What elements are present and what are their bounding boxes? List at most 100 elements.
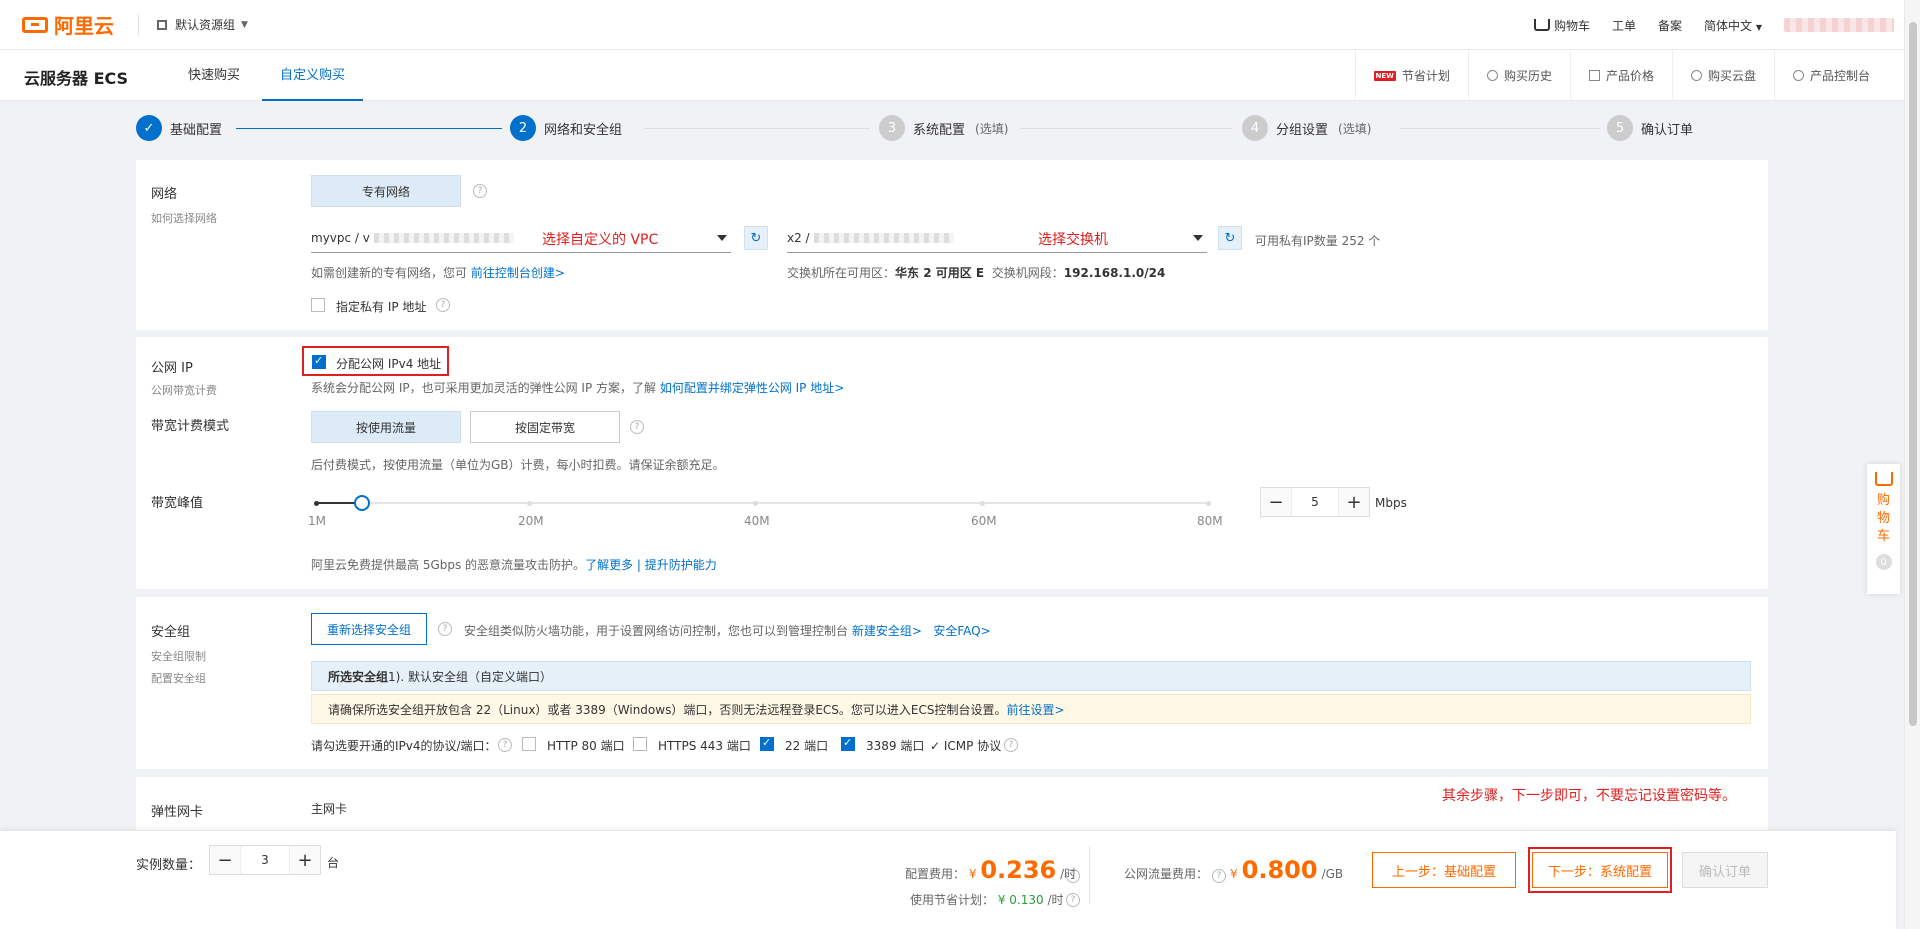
redacted-text bbox=[813, 232, 954, 243]
icp-link[interactable]: 备案 bbox=[1658, 17, 1682, 34]
vpc-select-value: myvpc / v bbox=[311, 230, 370, 245]
create-vpc-link[interactable]: 前往控制台创建> bbox=[471, 266, 565, 280]
private-ip-checkbox[interactable] bbox=[311, 298, 325, 312]
network-help-link[interactable]: 如何选择网络 bbox=[151, 210, 217, 226]
slider-mark bbox=[753, 501, 758, 506]
eni-section: 弹性网卡 主网卡 其余步骤，下一步即可，不要忘记设置密码等。 bbox=[136, 777, 1768, 837]
vswitch-select[interactable]: x2 / bbox=[787, 223, 1207, 253]
page-scrollbar[interactable] bbox=[1904, 0, 1920, 929]
create-sg-link[interactable]: 新建安全组> bbox=[852, 624, 922, 638]
upgrade-protection-link[interactable]: 提升防护能力 bbox=[645, 558, 717, 572]
bandwidth-input[interactable]: 5 bbox=[1291, 488, 1339, 516]
scrollbar-thumb[interactable] bbox=[1909, 22, 1917, 726]
console-link[interactable]: 产品控制台 bbox=[1773, 50, 1920, 101]
security-group-label: 安全组 bbox=[151, 625, 191, 640]
selected-sg-name: 1). 默认安全组（自定义端口） bbox=[388, 669, 552, 684]
purchase-history-link[interactable]: 购买历史 bbox=[1467, 50, 1570, 101]
help-icon[interactable]: ? bbox=[1004, 738, 1018, 752]
ddos-text: 阿里云免费提供最高 5Gbps 的恶意流量攻击防护。 bbox=[311, 558, 586, 572]
reselect-security-group-button[interactable]: 重新选择安全组 bbox=[311, 613, 427, 645]
vpc-type-button[interactable]: 专有网络 bbox=[311, 175, 461, 207]
tab-quick-buy[interactable]: 快速购买 bbox=[188, 50, 240, 101]
help-icon[interactable]: ? bbox=[1066, 869, 1080, 883]
refresh-vswitch-icon[interactable]: ↻ bbox=[1218, 226, 1242, 250]
help-icon[interactable]: ? bbox=[438, 622, 452, 636]
help-icon[interactable]: ? bbox=[1066, 893, 1080, 907]
prev-step-button[interactable]: 上一步：基础配置 bbox=[1372, 852, 1516, 888]
help-icon[interactable]: ? bbox=[436, 298, 450, 312]
step-1[interactable]: ✓ 基础配置 bbox=[136, 115, 222, 141]
vpc-select[interactable]: myvpc / v bbox=[311, 223, 731, 253]
tab-custom-buy[interactable]: 自定义购买 bbox=[262, 50, 364, 101]
chevron-down-icon: ▼ bbox=[241, 19, 248, 30]
go-settings-link[interactable]: 前往设置> bbox=[1007, 701, 1065, 718]
assign-public-ip-checkbox[interactable] bbox=[312, 354, 326, 369]
cart-link[interactable]: 购物车 bbox=[1533, 17, 1590, 34]
https-443-checkbox[interactable] bbox=[633, 737, 647, 751]
step-optional: (选填) bbox=[975, 121, 1009, 136]
account-avatar[interactable] bbox=[1784, 18, 1894, 32]
help-icon[interactable]: ? bbox=[630, 420, 644, 434]
ticket-link[interactable]: 工单 bbox=[1612, 17, 1636, 34]
network-section: 网络 如何选择网络 专有网络 ? myvpc / v 选择自定义的 VPC ↻ … bbox=[136, 160, 1768, 330]
eni-value: 主网卡 bbox=[311, 802, 348, 816]
language-selector[interactable]: 简体中文 ▼ bbox=[1704, 17, 1762, 34]
port-3389-checkbox[interactable] bbox=[841, 736, 855, 751]
decrement-button[interactable]: − bbox=[1261, 488, 1291, 516]
help-icon[interactable]: ? bbox=[1212, 869, 1227, 883]
config-cost-label: 配置费用： bbox=[905, 867, 966, 881]
port-22-checkbox[interactable] bbox=[760, 736, 774, 751]
public-ip-billing-link[interactable]: 公网带宽计费 bbox=[151, 382, 217, 398]
increment-button[interactable]: + bbox=[1339, 488, 1369, 516]
floating-cart[interactable]: 购 物 车 0 bbox=[1867, 464, 1900, 594]
security-group-section: 安全组 安全组限制 配置安全组 重新选择安全组 ? 安全组类似防火墙功能，用于设… bbox=[136, 597, 1768, 769]
refresh-vpc-icon[interactable]: ↻ bbox=[744, 226, 768, 250]
sg-faq-link[interactable]: 安全FAQ> bbox=[933, 624, 990, 638]
sg-limit-link[interactable]: 安全组限制 bbox=[151, 648, 206, 664]
divider bbox=[1089, 846, 1090, 904]
bandwidth-slider-track[interactable] bbox=[316, 502, 1209, 504]
savings-plan-label: 节省计划 bbox=[1401, 69, 1450, 83]
billing-by-bandwidth-button[interactable]: 按固定带宽 bbox=[470, 411, 620, 443]
quantity-input[interactable]: 3 bbox=[240, 846, 290, 874]
billing-by-traffic-button[interactable]: 按使用流量 bbox=[311, 411, 461, 443]
step-label: 基础配置 bbox=[170, 122, 223, 138]
buy-disk-link[interactable]: 购买云盘 bbox=[1671, 50, 1774, 101]
traffic-cost-label: 公网流量费用： bbox=[1124, 867, 1209, 881]
next-step-button[interactable]: 下一步：系统配置 bbox=[1532, 852, 1668, 888]
cloud-icon bbox=[1690, 70, 1702, 81]
currency-symbol: ¥ bbox=[968, 867, 977, 881]
warning-text: 请确保所选安全组开放包含 22（Linux）或者 3389（Windows）端口… bbox=[328, 702, 1007, 717]
http-80-checkbox[interactable] bbox=[522, 737, 536, 751]
hint-text: 如需创建新的专有网络，您可 bbox=[311, 266, 468, 280]
eip-help-link[interactable]: 如何配置并绑定弹性公网 IP 地址> bbox=[660, 381, 844, 395]
step-connector bbox=[644, 128, 870, 129]
learn-more-link[interactable]: 了解更多 bbox=[585, 558, 633, 572]
help-icon[interactable]: ? bbox=[498, 738, 512, 752]
aliyun-logo[interactable]: 阿里云 bbox=[22, 10, 114, 39]
currency-symbol: ¥ bbox=[1230, 867, 1238, 881]
icmp-label[interactable]: ✓ ICMP 协议 bbox=[930, 737, 1001, 754]
confirm-order-button[interactable]: 确认订单 bbox=[1682, 852, 1768, 888]
top-links: 购物车 工单 备案 简体中文 ▼ bbox=[1533, 0, 1894, 50]
slider-tick: 80M bbox=[1197, 514, 1223, 528]
step-label: 系统配置 bbox=[913, 122, 966, 138]
decrement-button[interactable]: − bbox=[210, 846, 240, 874]
resource-group-selector[interactable]: 默认资源组 ▼ bbox=[157, 16, 248, 33]
help-icon[interactable]: ? bbox=[473, 184, 487, 198]
https-443-label: HTTPS 443 端口 bbox=[658, 739, 751, 753]
savings-plan-cost: 使用节省计划： ¥ 0.130 /时 bbox=[910, 891, 1064, 908]
network-label: 网络 bbox=[151, 187, 178, 202]
savings-plan-link[interactable]: NEW 节省计划 bbox=[1354, 50, 1468, 101]
step-label: 确认订单 bbox=[1641, 122, 1694, 138]
port-22-label: 22 端口 bbox=[785, 739, 829, 753]
desc-text: 系统会分配公网 IP，也可采用更加灵活的弹性公网 IP 方案，了解 bbox=[311, 381, 656, 395]
http-80-label: HTTP 80 端口 bbox=[547, 739, 625, 753]
bandwidth-slider-handle[interactable] bbox=[354, 495, 370, 511]
pricing-link[interactable]: 产品价格 bbox=[1569, 50, 1672, 101]
increment-button[interactable]: + bbox=[290, 846, 320, 874]
step-number: 2 bbox=[510, 115, 536, 141]
slider-tick: 1M bbox=[308, 514, 326, 528]
bandwidth-unit: Mbps bbox=[1375, 496, 1407, 510]
sg-config-link[interactable]: 配置安全组 bbox=[151, 670, 206, 686]
